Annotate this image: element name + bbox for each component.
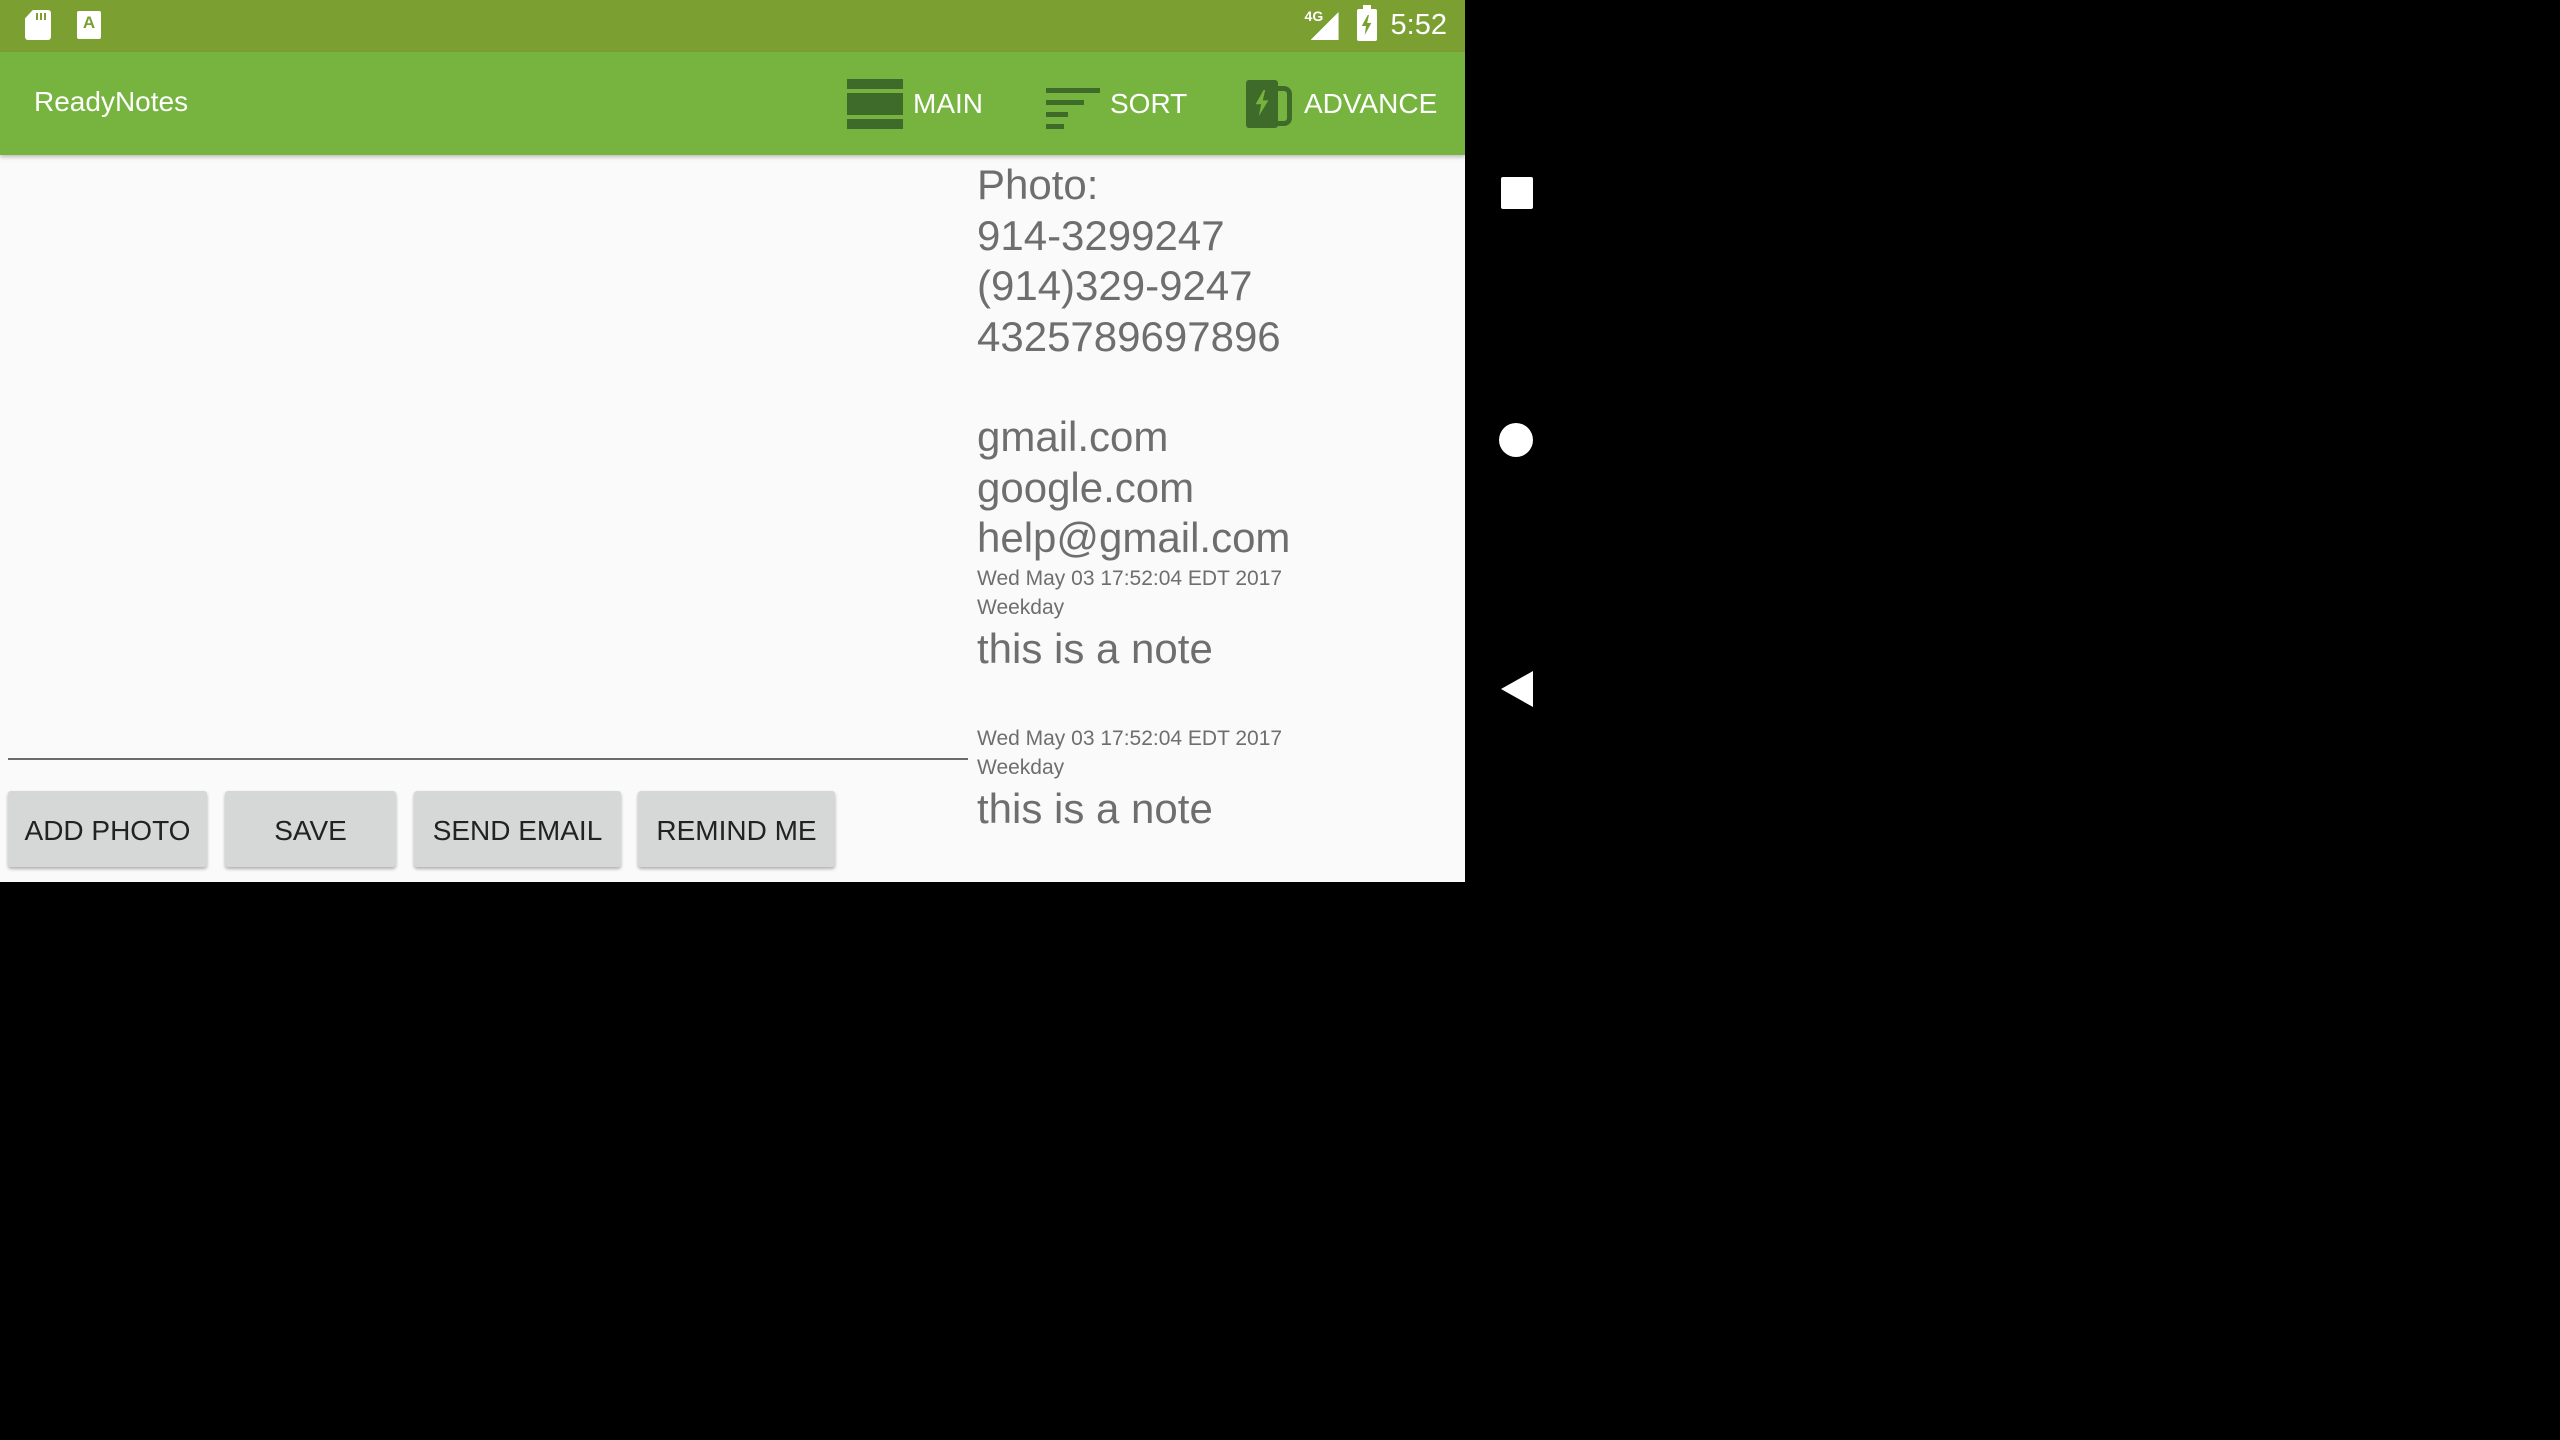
email-link[interactable]: help@gmail.com	[977, 513, 1457, 564]
phone-number-2[interactable]: (914)329-9247	[977, 261, 1457, 312]
note-day-type: Weekday	[977, 756, 1065, 779]
note-input-field[interactable]	[8, 758, 968, 760]
main-icon	[847, 79, 903, 129]
recents-square-icon[interactable]	[1501, 177, 1533, 209]
link-1[interactable]: gmail.com	[977, 412, 1457, 463]
app-screen: A 4G 5:52 ReadyNotes MAIN SORT ADVANCE A…	[0, 0, 1465, 882]
send-email-button[interactable]: SEND EMAIL	[414, 791, 621, 867]
main-action-button[interactable]: MAIN	[847, 76, 983, 132]
app-title: ReadyNotes	[34, 86, 189, 117]
sort-action-label: SORT	[1110, 88, 1188, 119]
phone-number-1[interactable]: 914-3299247	[977, 211, 1457, 262]
navigation-bar	[1465, 0, 1568, 882]
photo-label: Photo:	[977, 161, 1099, 208]
note-day-type: Weekday	[977, 595, 1065, 619]
note-text: this is a note	[977, 624, 1213, 672]
note-text: this is a note	[977, 785, 1213, 832]
note-entry[interactable]: Wed May 03 17:52:04 EDT 2017 Weekday thi…	[977, 724, 1457, 835]
note-date: Wed May 03 17:52:04 EDT 2017	[977, 727, 1283, 750]
status-left-icons: A	[25, 10, 101, 40]
main-action-label: MAIN	[913, 88, 983, 119]
battery-charging-icon	[1356, 5, 1377, 41]
advance-action-button[interactable]: ADVANCE	[1244, 76, 1437, 132]
sd-card-icon	[25, 10, 51, 40]
add-photo-button[interactable]: ADD PHOTO	[8, 791, 207, 867]
note-entry[interactable]: Wed May 03 17:52:04 EDT 2017 Weekday thi…	[977, 564, 1457, 675]
note-date: Wed May 03 17:52:04 EDT 2017	[977, 566, 1283, 590]
sort-icon	[1046, 86, 1100, 129]
status-clock: 5:52	[1390, 8, 1447, 41]
status-bar: A 4G 5:52	[0, 0, 1465, 52]
font-a-icon: A	[77, 11, 101, 39]
remind-me-button[interactable]: REMIND ME	[638, 791, 835, 867]
status-right-icons: 4G 5:52	[1305, 5, 1447, 42]
phone-number-3[interactable]: 4325789697896	[977, 312, 1457, 363]
advance-action-label: ADVANCE	[1304, 88, 1438, 119]
app-bar: ReadyNotes MAIN SORT ADVANCE	[0, 52, 1465, 155]
home-circle-icon[interactable]	[1499, 423, 1533, 457]
sort-action-button[interactable]: SORT	[1046, 76, 1187, 132]
link-2[interactable]: google.com	[977, 463, 1457, 514]
notes-panel: Photo: 914-3299247 (914)329-9247 4325789…	[977, 160, 1457, 835]
signal-icon: 4G	[1305, 8, 1343, 42]
back-triangle-icon[interactable]	[1501, 671, 1533, 707]
save-button[interactable]: SAVE	[225, 791, 396, 867]
advance-icon	[1244, 78, 1294, 130]
network-type-label: 4G	[1304, 8, 1324, 24]
